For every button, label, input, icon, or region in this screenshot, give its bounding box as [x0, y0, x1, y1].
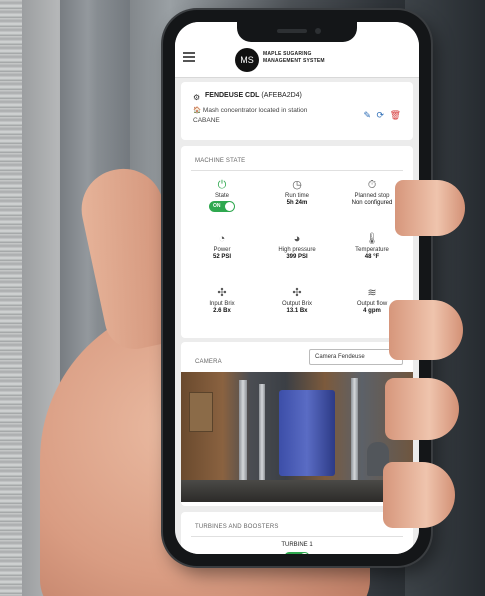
metric-power: ◔ Power 52 PSI — [187, 232, 257, 260]
edit-icon[interactable]: ✎ — [363, 110, 371, 120]
turbines-title: TURBINES AND BOOSTERS — [195, 524, 279, 530]
device-actions: ✎ ⟳ 🗑 — [360, 110, 401, 121]
brand-name: MAPLE SUGARING MANAGEMENT SYSTEM — [263, 51, 325, 65]
divider — [191, 536, 403, 537]
metric-value: 5h 24m — [286, 200, 308, 206]
metric-value: 52 PSI — [212, 254, 231, 260]
turbine-label: TURBINE 1 — [281, 542, 313, 548]
metric-value: 2.6 Bx — [213, 308, 231, 314]
toggle-knob — [300, 553, 309, 554]
gauge-icon: ◔ — [218, 233, 226, 245]
feed-pipe — [351, 378, 358, 488]
metric-value: 13.1 Bx — [286, 308, 308, 314]
hand-finger — [385, 378, 459, 440]
brand-line-2: MANAGEMENT SYSTEM — [263, 58, 325, 64]
machine-state-card: MACHINE STATE ⏻ State ON ◷ Run time 5h 2… — [181, 146, 413, 338]
toggle-label: ON — [213, 203, 221, 209]
clock-icon: ◷ — [292, 179, 302, 191]
thermometer-icon: 🌡 — [365, 233, 379, 245]
hand-finger — [383, 462, 455, 528]
power-icon: ⏻ — [217, 179, 227, 191]
front-camera — [315, 28, 321, 34]
molecule-icon: ✣ — [292, 287, 302, 299]
feed-machine — [279, 390, 335, 476]
metric-label: State — [214, 193, 229, 199]
camera-card: CAMERA Camera Fendeuse ⌄ — [181, 342, 413, 506]
device-title: FENDEUSE CDL (AFEBA2D4) — [205, 92, 302, 99]
app-logo: MS — [235, 48, 259, 72]
hand-finger — [389, 300, 463, 360]
metric-label: High pressure — [278, 247, 316, 253]
trash-icon[interactable]: 🗑 — [390, 110, 401, 120]
background-wall — [0, 0, 22, 596]
divider — [191, 170, 403, 171]
phone-notch — [237, 22, 357, 42]
toggle-knob — [225, 202, 234, 211]
hamburger-menu-icon[interactable] — [183, 52, 195, 62]
metric-input-brix: ✣ Input Brix 2.6 Bx — [187, 286, 257, 314]
metric-temperature: 🌡 Temperature 48 °F — [337, 232, 407, 260]
camera-feed-image — [181, 372, 413, 502]
molecule-icon: ✣ — [217, 287, 227, 299]
brand-line-1: MAPLE SUGARING — [263, 51, 312, 57]
metric-output-brix: ✣ Output Brix 13.1 Bx — [262, 286, 332, 314]
feed-pipe — [239, 380, 247, 490]
metric-label: Temperature — [355, 247, 389, 253]
turbines-card: TURBINES AND BOOSTERS TURBINE 1 ON — [181, 512, 413, 554]
device-description: 🏠 Mash concentrator located in station C… — [193, 106, 323, 126]
location-icon: 🏠 — [193, 107, 203, 114]
metric-state: ⏻ State ON — [187, 178, 257, 217]
turbine-toggle[interactable]: ON — [284, 552, 310, 554]
metric-label: Power — [213, 247, 231, 253]
metric-label: Input Brix — [209, 301, 235, 307]
flow-icon: ≋ — [367, 287, 377, 299]
device-code: (AFEBA2D4) — [261, 92, 302, 99]
metric-run-time: ◷ Run time 5h 24m — [262, 178, 332, 206]
refresh-icon[interactable]: ⟳ — [377, 110, 385, 120]
machine-state-title: MACHINE STATE — [195, 158, 246, 164]
device-card: ⚙ FENDEUSE CDL (AFEBA2D4) 🏠 Mash concent… — [181, 82, 413, 140]
camera-select-value: Camera Fendeuse — [315, 354, 365, 360]
feed-pipe — [259, 384, 265, 484]
hand-finger — [395, 180, 465, 236]
device-name: FENDEUSE CDL — [205, 92, 260, 99]
speaker-grille — [277, 29, 307, 33]
gauge-icon: ◕ — [293, 233, 301, 245]
feed-floor — [181, 480, 413, 502]
metric-label: Run time — [284, 193, 309, 199]
metric-value: 48 °F — [364, 254, 380, 260]
metric-value: 399 PSI — [286, 254, 308, 260]
state-toggle[interactable]: ON — [209, 201, 235, 212]
metric-high-pressure: ◕ High pressure 399 PSI — [262, 232, 332, 260]
camera-title: CAMERA — [195, 359, 222, 365]
device-description-text: Mash concentrator located in station CAB… — [193, 107, 308, 124]
device-gear-icon: ⚙ — [193, 93, 201, 102]
feed-electrical-panel — [189, 392, 213, 432]
metric-label: Output Brix — [281, 301, 312, 307]
